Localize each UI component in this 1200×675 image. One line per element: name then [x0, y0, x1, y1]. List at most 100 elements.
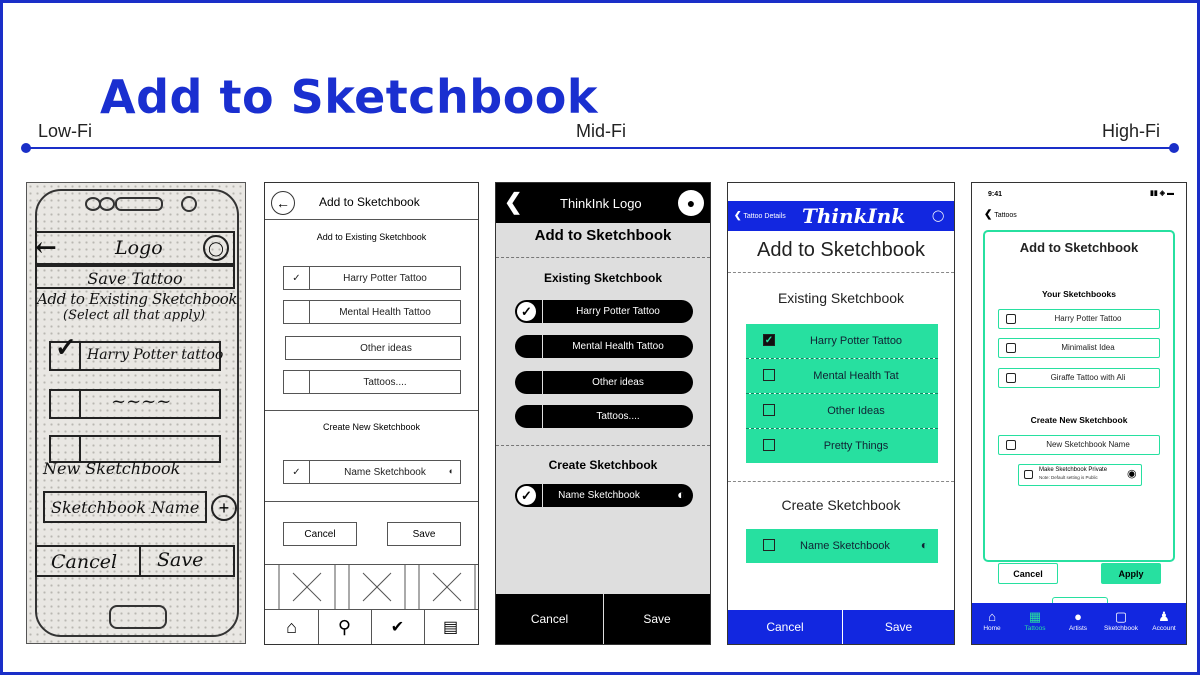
checkbox[interactable]	[763, 369, 775, 381]
nav-artists[interactable]: ● Artists	[1058, 609, 1098, 632]
hf1-back[interactable]: ❮ Tattoo Details	[734, 210, 786, 221]
checkbox[interactable]	[1024, 470, 1033, 479]
hf1-name-label: Name Sketchbook	[800, 540, 890, 552]
hf2-item[interactable]: Harry Potter Tattoo	[998, 309, 1160, 329]
checkbox[interactable]	[1006, 440, 1016, 450]
checkbox[interactable]	[763, 439, 775, 451]
check-icon[interactable]: ✓	[517, 302, 536, 321]
dark-item[interactable]: ✓ Harry Potter Tattoo	[515, 300, 693, 323]
hf2-item[interactable]: Giraffe Tattoo with Ali	[998, 368, 1160, 388]
dark-item[interactable]: Tattoos....	[515, 405, 693, 428]
apply-button[interactable]: Apply	[1101, 563, 1161, 584]
back-icon[interactable]: ❮	[504, 189, 522, 215]
wire-header: Add to Sketchbook	[319, 195, 420, 209]
dark-divider	[496, 257, 710, 258]
dark-item[interactable]: Other ideas	[515, 371, 693, 394]
hf1-item[interactable]: ✓ Harry Potter Tattoo	[746, 324, 938, 358]
image-icon: ▦	[1028, 609, 1042, 624]
timeline-label-hifi: High-Fi	[1102, 121, 1161, 141]
profile-icon[interactable]: ●	[678, 190, 704, 216]
status-icons: ▮▮ ◈ ▬	[1150, 190, 1174, 197]
nav-label: Sketchbook	[1104, 625, 1138, 632]
check-icon[interactable]: ✓	[284, 267, 310, 289]
hf1-item[interactable]: Other Ideas	[746, 394, 938, 428]
sketch-sensor-icon	[99, 197, 115, 211]
cancel-button[interactable]: Cancel	[496, 594, 603, 644]
save-button[interactable]: Save	[843, 610, 954, 644]
hf2-section-create: Create New Sketchbook	[1030, 415, 1128, 425]
eye-slash-icon[interactable]: ◐	[677, 487, 685, 502]
wire-divider	[265, 219, 478, 220]
dark-section-existing: Existing Sketchbook	[543, 271, 663, 285]
dark-item[interactable]: Mental Health Tattoo	[515, 335, 693, 358]
wire-section-existing: Add to Existing Sketchbook	[316, 232, 427, 242]
hf2-item[interactable]: Minimalist Idea	[998, 338, 1160, 358]
check-icon[interactable]: ✓	[517, 486, 536, 505]
hf2-private-label: Make Sketchbook Private	[1039, 467, 1108, 473]
home-icon[interactable]: ⌂	[265, 613, 318, 641]
search-icon[interactable]: ⚲	[318, 613, 371, 641]
hf1-item[interactable]: Mental Health Tat	[746, 359, 938, 393]
cancel-button[interactable]: Cancel	[728, 610, 842, 644]
wire-section-create: Create New Sketchbook	[322, 422, 421, 432]
eye-icon: ◉	[1127, 468, 1137, 480]
hf1-brand: ThinkInk	[802, 204, 906, 228]
dark-name-field[interactable]: ✓ Name Sketchbook ◐	[515, 484, 693, 507]
lowfi-sketch: ← Logo ◯ Save Tattoo Add to Existing Ske…	[26, 182, 246, 644]
sketchbook-icon[interactable]: ▤	[424, 613, 477, 641]
wire-item[interactable]: ✓ Harry Potter Tattoo	[283, 266, 461, 290]
save-button[interactable]: Save	[604, 594, 710, 644]
nav-home[interactable]: ⌂ Home	[972, 609, 1012, 632]
hf2-back[interactable]: ❮ Tattoos	[984, 209, 1017, 220]
dark-logo: ThinkInk Logo	[560, 196, 642, 211]
wire-item[interactable]: Mental Health Tattoo	[283, 300, 461, 324]
hf1-divider	[728, 272, 954, 273]
check-icon[interactable]: ✓	[763, 334, 775, 346]
checkbox[interactable]	[286, 337, 312, 359]
check-icon[interactable]: ✓	[284, 461, 310, 483]
checkbox[interactable]	[1006, 343, 1016, 353]
sketch-add-existing: Add to Existing Sketchbook	[37, 290, 238, 308]
checkbox[interactable]	[1006, 373, 1016, 383]
hf2-new-name-label: New Sketchbook Name	[1046, 440, 1130, 449]
hf2-private-toggle[interactable]: Make Sketchbook Private Note: Default se…	[1018, 464, 1142, 486]
sketch-save-tattoo: Save Tattoo	[87, 268, 183, 288]
slide-title: Add to Sketchbook	[100, 70, 598, 124]
bottom-nav: ⌂ Home ▦ Tattoos ● Artists ▢ Sketchbook ♟ Acc…	[972, 603, 1186, 644]
nav-account[interactable]: ♟ Account	[1144, 609, 1184, 632]
nav-label: Tattoos	[1024, 625, 1046, 632]
hf1-name-field[interactable]: Name Sketchbook ◐	[746, 529, 938, 563]
wire-item[interactable]: Other ideas	[285, 336, 461, 360]
nav-sketchbook[interactable]: ▢ Sketchbook	[1101, 609, 1141, 632]
cancel-button[interactable]: Cancel	[283, 522, 357, 546]
checkbox[interactable]	[1006, 314, 1016, 324]
timeline-label-midfi: Mid-Fi	[576, 121, 626, 141]
sketch-row-divider	[79, 341, 81, 371]
hf1-item[interactable]: Pretty Things	[746, 429, 938, 463]
eye-slash-icon[interactable]: ◐	[449, 466, 454, 476]
nav-tattoos[interactable]: ▦ Tattoos	[1015, 609, 1055, 632]
hifi-blue-green: ❮ Tattoo Details ThinkInk ◯ Add to Sketc…	[727, 182, 955, 645]
hf2-new-name-field[interactable]: New Sketchbook Name	[998, 435, 1160, 455]
checkbox[interactable]	[763, 404, 775, 416]
tattoo-gun-icon[interactable]: ✔	[371, 613, 424, 641]
wire-item-label: Tattoos....	[363, 376, 407, 388]
checkbox[interactable]	[763, 539, 775, 551]
midfi-dark: ❮ ThinkInk Logo ● Add to Sketchbook Exis…	[495, 182, 711, 645]
book-icon: ▢	[1114, 609, 1128, 624]
status-time: 9:41	[988, 191, 1003, 198]
home-icon: ⌂	[988, 609, 996, 624]
back-icon[interactable]: ←	[271, 191, 295, 215]
wire-image-strip	[265, 565, 478, 609]
save-button[interactable]: Save	[387, 522, 461, 546]
checkbox[interactable]	[284, 371, 310, 393]
nav-label: Account	[1152, 625, 1176, 632]
nav-label: Home	[983, 625, 1001, 632]
cancel-button[interactable]: Cancel	[998, 563, 1058, 584]
wire-name-field[interactable]: ✓ Name Sketchbook ◐	[283, 460, 461, 484]
account-icon[interactable]: ◯	[932, 209, 944, 222]
checkbox[interactable]	[284, 301, 310, 323]
wire-item[interactable]: Tattoos....	[283, 370, 461, 394]
eye-slash-icon[interactable]: ◐	[921, 538, 928, 552]
sketch-back-arrow-icon: ←	[35, 233, 57, 263]
